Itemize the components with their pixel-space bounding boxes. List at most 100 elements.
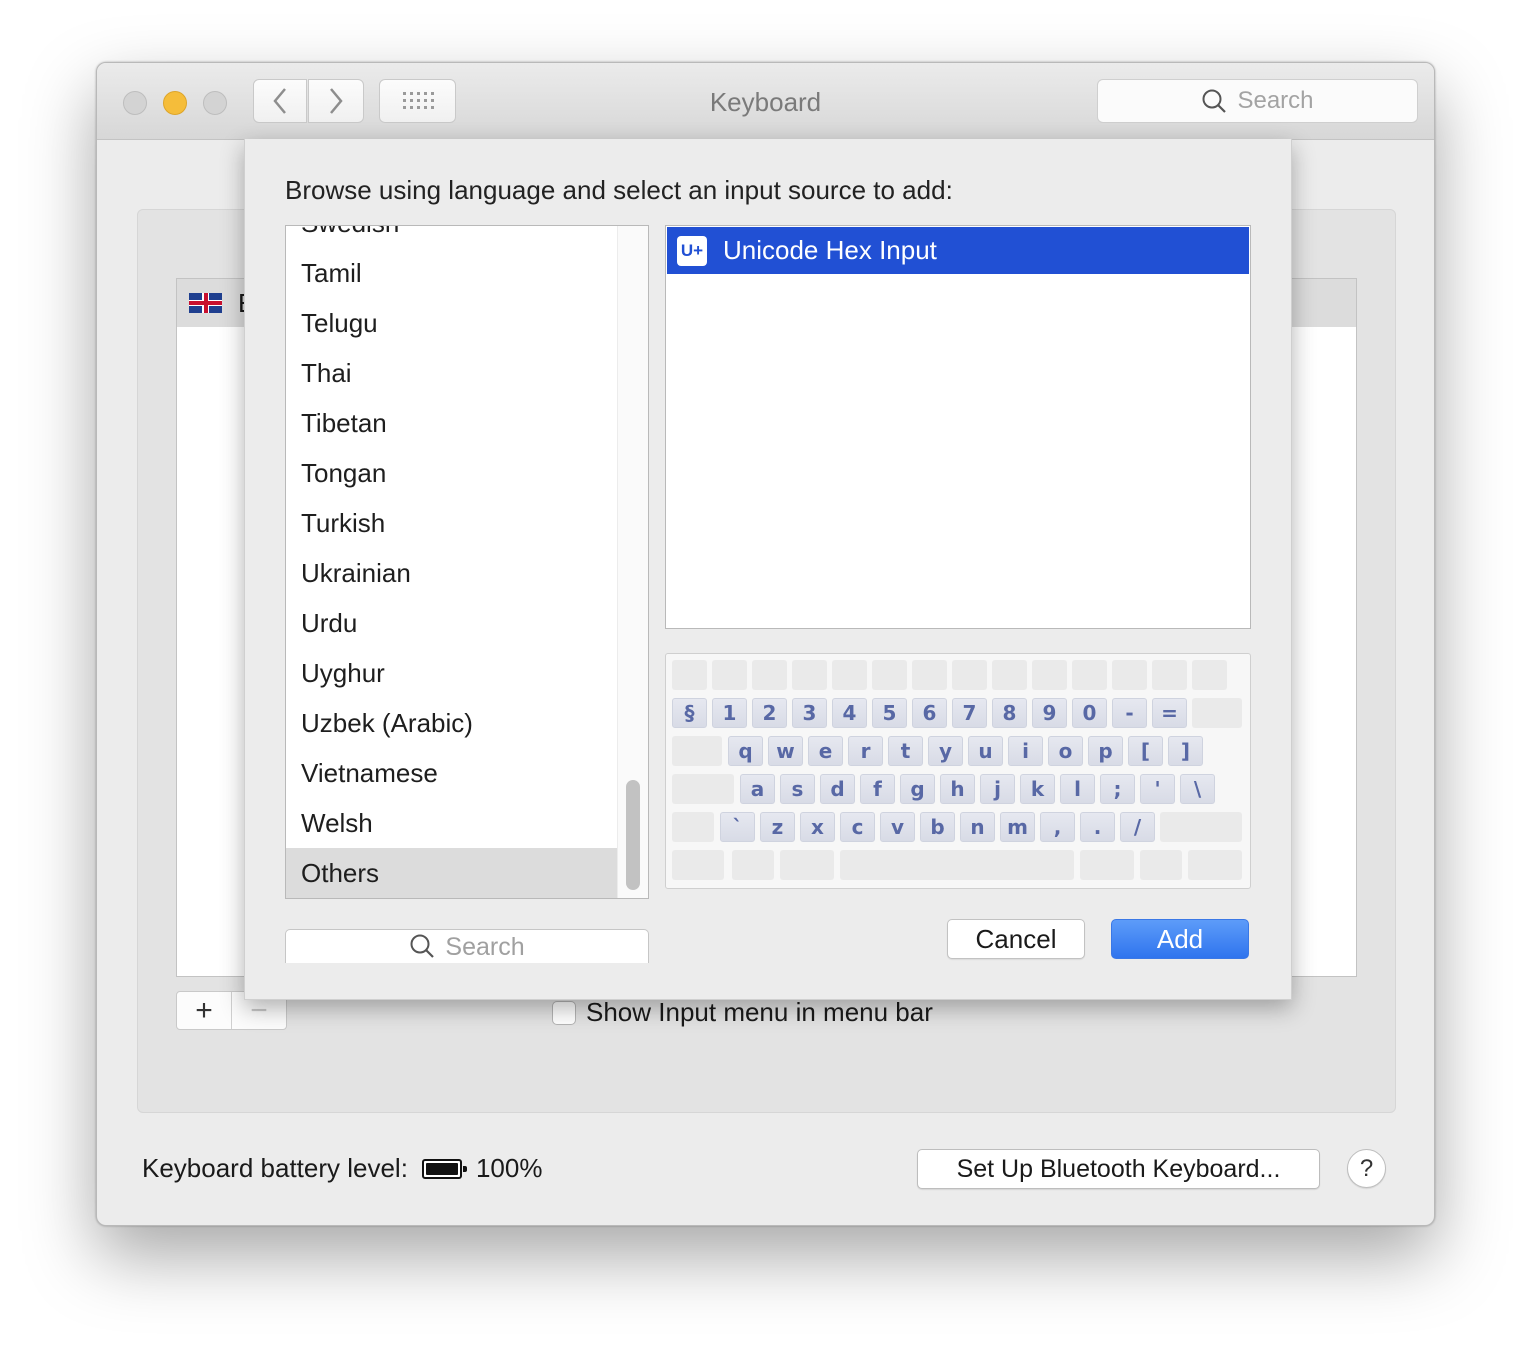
keyboard-key: =	[1152, 698, 1187, 728]
show-input-menu-label: Show Input menu in menu bar	[586, 997, 933, 1027]
language-item[interactable]: Swedish	[286, 226, 618, 248]
keyboard-blank-key	[672, 850, 724, 880]
show-input-menu-option[interactable]: Show Input menu in menu bar	[552, 997, 933, 1028]
keyboard-key: §	[672, 698, 707, 728]
uk-flag-icon	[189, 293, 222, 313]
keyboard-key: 1	[712, 698, 747, 728]
cancel-button[interactable]: Cancel	[947, 919, 1085, 959]
language-item[interactable]: Turkish	[286, 498, 618, 548]
keyboard-key: `	[720, 812, 755, 842]
keyboard-key: p	[1088, 736, 1123, 766]
set-up-bluetooth-keyboard-button[interactable]: Set Up Bluetooth Keyboard...	[917, 1149, 1320, 1189]
keyboard-blank-key	[912, 660, 947, 690]
keyboard-blank-key	[832, 660, 867, 690]
title-bar: Keyboard Search	[97, 63, 1434, 140]
keyboard-key: g	[900, 774, 935, 804]
keyboard-key: n	[960, 812, 995, 842]
keyboard-blank-key	[1152, 660, 1187, 690]
language-item[interactable]: Others	[286, 848, 618, 898]
keyboard-key: r	[848, 736, 883, 766]
language-list[interactable]: Others Welsh Vietnamese Uzbek (Arabic) Uyghu…	[285, 225, 649, 899]
keyboard-blank-key	[1188, 850, 1242, 880]
keyboard-key: s	[780, 774, 815, 804]
preferences-search-field[interactable]: Search	[1097, 79, 1418, 123]
keyboard-preferences-window: Keyboard Search E + − Show Input menu in…	[96, 62, 1435, 1226]
help-button[interactable]: ?	[1347, 1149, 1386, 1188]
keyboard-key: x	[800, 812, 835, 842]
language-item[interactable]: Tamil	[286, 248, 618, 298]
keyboard-key: 2	[752, 698, 787, 728]
keyboard-key: [	[1128, 736, 1163, 766]
search-placeholder: Search	[445, 933, 525, 961]
input-source-list[interactable]: U+ Unicode Hex Input	[665, 225, 1251, 629]
keyboard-blank-key	[1192, 698, 1242, 728]
keyboard-key: h	[940, 774, 975, 804]
keyboard-blank-key	[872, 660, 907, 690]
keyboard-key: j	[980, 774, 1015, 804]
keyboard-blank-key	[1072, 660, 1107, 690]
battery-label: Keyboard battery level:	[142, 1153, 408, 1183]
language-item[interactable]: Telugu	[286, 298, 618, 348]
add-button[interactable]: Add	[1111, 919, 1249, 959]
language-item[interactable]: Tongan	[286, 448, 618, 498]
sheet-title: Browse using language and select an inpu…	[285, 175, 953, 205]
keyboard-key: i	[1008, 736, 1043, 766]
keyboard-preview: § 1 2 3 4 5 6 7 8 9 0- = q w e r t y u i o p[] a s d f g h j k l; ' \ ` z x…	[665, 653, 1251, 889]
keyboard-key: ;	[1100, 774, 1135, 804]
keyboard-key: 7	[952, 698, 987, 728]
keyboard-key: .	[1080, 812, 1115, 842]
keyboard-key: o	[1048, 736, 1083, 766]
keyboard-key: q	[728, 736, 763, 766]
search-icon	[1202, 89, 1227, 113]
add-input-source-sheet: Browse using language and select an inpu…	[244, 139, 1292, 1000]
show-input-menu-checkbox[interactable]	[552, 1000, 576, 1025]
language-item[interactable]: Tibetan	[286, 398, 618, 448]
language-item[interactable]: Urdu	[286, 598, 618, 648]
language-list-scrollbar[interactable]	[617, 226, 648, 898]
keyboard-key: ]	[1168, 736, 1203, 766]
keyboard-key: u	[968, 736, 1003, 766]
keyboard-blank-key	[952, 660, 987, 690]
keyboard-blank-key	[840, 850, 1074, 880]
keyboard-key: /	[1120, 812, 1155, 842]
keyboard-blank-key	[1112, 660, 1147, 690]
keyboard-key: 6	[912, 698, 947, 728]
language-item[interactable]: Uzbek (Arabic)	[286, 698, 618, 748]
keyboard-key: k	[1020, 774, 1055, 804]
keyboard-key: 4	[832, 698, 867, 728]
keyboard-key: v	[880, 812, 915, 842]
language-item[interactable]: Uyghur	[286, 648, 618, 698]
keyboard-blank-key	[1140, 850, 1182, 880]
language-item[interactable]: Ukrainian	[286, 548, 618, 598]
battery-icon	[421, 1158, 467, 1179]
keyboard-blank-key	[672, 812, 714, 842]
keyboard-key: y	[928, 736, 963, 766]
battery-status: Keyboard battery level: 100%	[142, 1153, 542, 1184]
keyboard-key: w	[768, 736, 803, 766]
battery-value: 100%	[475, 1153, 543, 1183]
keyboard-blank-key	[712, 660, 747, 690]
keyboard-key: 8	[992, 698, 1027, 728]
unicode-hex-icon: U+	[677, 235, 707, 266]
keyboard-blank-key	[672, 736, 722, 766]
keyboard-blank-key	[792, 660, 827, 690]
language-search-field[interactable]: Search	[285, 929, 649, 963]
search-placeholder: Search	[1237, 87, 1314, 114]
add-input-source-button[interactable]: +	[177, 992, 231, 1029]
keyboard-blank-key	[1160, 812, 1242, 842]
keyboard-key: z	[760, 812, 795, 842]
keyboard-blank-key	[732, 850, 774, 880]
keyboard-blank-key	[1192, 660, 1227, 690]
keyboard-key: d	[820, 774, 855, 804]
scrollbar-thumb[interactable]	[626, 780, 640, 890]
keyboard-key: a	[740, 774, 775, 804]
language-item[interactable]: Welsh	[286, 798, 618, 848]
language-item[interactable]: Thai	[286, 348, 618, 398]
keyboard-key: b	[920, 812, 955, 842]
input-source-item[interactable]: U+ Unicode Hex Input	[667, 227, 1249, 274]
keyboard-key: e	[808, 736, 843, 766]
keyboard-blank-key	[672, 660, 707, 690]
keyboard-blank-key	[1080, 850, 1134, 880]
keyboard-blank-key	[672, 774, 734, 804]
language-item[interactable]: Vietnamese	[286, 748, 618, 798]
